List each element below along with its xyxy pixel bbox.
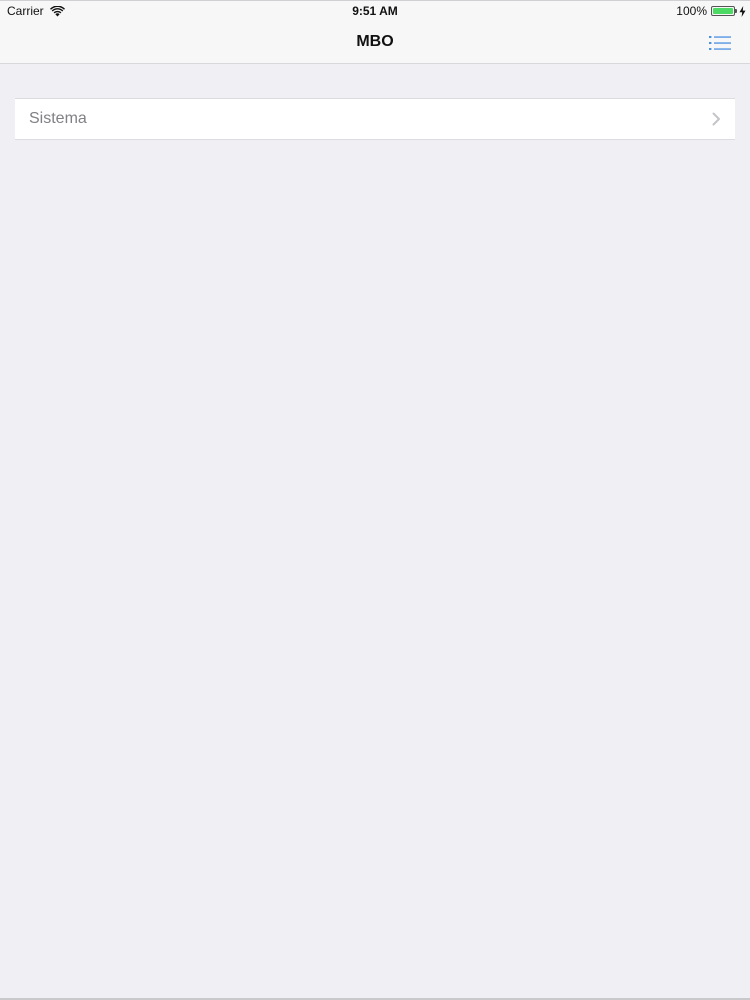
list-item-label: Sistema: [29, 110, 87, 127]
list-menu-icon[interactable]: [708, 34, 732, 52]
chevron-right-icon: [712, 112, 720, 126]
battery-icon: [711, 6, 737, 16]
app-screen: Carrier 9:51 AM 100% MBO Sistema: [0, 0, 750, 1000]
charging-icon: [739, 5, 746, 17]
status-right: 100%: [676, 4, 746, 18]
page-title: MBO: [356, 33, 394, 50]
list-item-sistema[interactable]: Sistema: [15, 98, 735, 140]
battery-percentage: 100%: [676, 4, 707, 18]
status-time: 9:51 AM: [352, 4, 398, 18]
navigation-bar: MBO: [0, 21, 750, 64]
battery-fill: [713, 8, 733, 14]
status-bar: Carrier 9:51 AM 100%: [0, 1, 750, 21]
